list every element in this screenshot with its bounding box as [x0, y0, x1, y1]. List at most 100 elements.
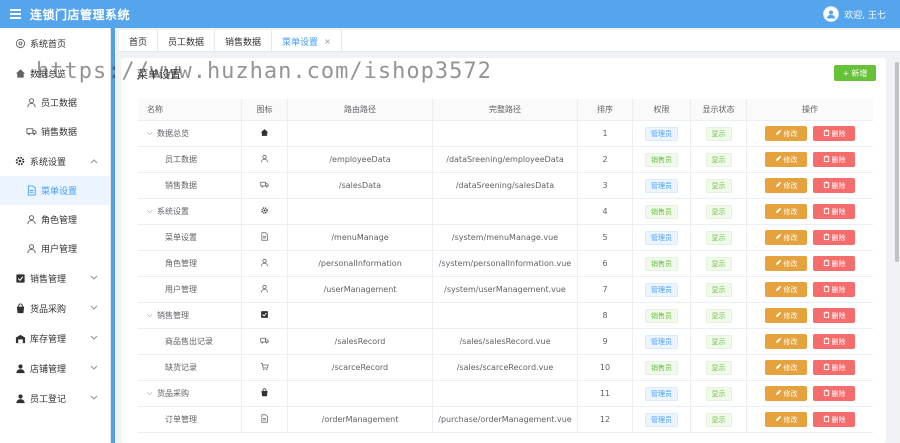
cell-name[interactable]: ⌵ 数据总览 — [138, 121, 242, 146]
avatar-icon[interactable] — [823, 6, 840, 22]
cell-display-status: 显示 — [691, 225, 747, 250]
status-badge: 显示 — [705, 282, 732, 297]
delete-button[interactable]: 删除 — [813, 386, 855, 401]
chevron-down-icon[interactable]: ⌵ — [147, 389, 157, 398]
cell-icon — [242, 381, 288, 406]
sidebar-item-user-management[interactable]: 用户管理 — [0, 234, 110, 263]
edit-button[interactable]: 修改 — [765, 178, 807, 193]
menu-name: 销售数据 — [165, 181, 197, 190]
sidebar-scrollbar[interactable] — [111, 28, 115, 443]
edit-button[interactable]: 修改 — [765, 386, 807, 401]
top-bar: 连锁门店管理系统 欢迎, 王七 — [0, 0, 900, 28]
edit-button[interactable]: 修改 — [765, 360, 807, 375]
edit-label: 修改 — [783, 259, 798, 268]
tab-sales-data[interactable]: 销售数据 — [215, 30, 273, 52]
tab-bar: 首页 员工数据 销售数据 菜单设置 × — [119, 30, 900, 52]
cell-name[interactable]: ⌵ 系统设置 — [138, 199, 242, 224]
sidebar-item-label: 货品采购 — [30, 304, 67, 315]
menu-name: 货品采购 — [157, 389, 189, 398]
sidebar-item-role-management[interactable]: 角色管理 — [0, 205, 110, 234]
edit-label: 修改 — [783, 415, 798, 424]
edit-label: 修改 — [783, 311, 798, 320]
delete-button[interactable]: 删除 — [813, 334, 855, 349]
cell-permission: 销售员 — [633, 199, 691, 224]
welcome-text: 欢迎, 王七 — [844, 10, 886, 21]
sidebar-item-sales-data[interactable]: 销售数据 — [0, 117, 110, 146]
cell-permission: 销售员 — [633, 251, 691, 276]
edit-icon — [775, 389, 782, 398]
sidebar-item-employee-register[interactable]: 员工登记 — [0, 383, 110, 413]
sidebar-item-inventory[interactable]: 库存管理 — [0, 323, 110, 353]
permission-badge: 管理员 — [645, 178, 678, 193]
cell-icon — [242, 329, 288, 354]
delete-icon — [823, 311, 830, 320]
menu-name: 角色管理 — [165, 259, 197, 268]
tab-home[interactable]: 首页 — [119, 30, 159, 52]
checkbox-icon — [14, 272, 26, 284]
truck-icon — [260, 336, 269, 347]
delete-button[interactable]: 删除 — [813, 282, 855, 297]
sidebar-item-system-settings[interactable]: 系统设置 — [0, 146, 110, 176]
chevron-down-icon[interactable]: ⌵ — [147, 207, 157, 216]
delete-icon — [823, 363, 830, 372]
delete-button[interactable]: 删除 — [813, 230, 855, 245]
delete-label: 删除 — [831, 363, 846, 372]
delete-button[interactable]: 删除 — [813, 204, 855, 219]
delete-button[interactable]: 删除 — [813, 308, 855, 323]
delete-label: 删除 — [831, 285, 846, 294]
delete-label: 删除 — [831, 233, 846, 242]
close-icon[interactable]: × — [324, 37, 331, 46]
cell-operations: 修改 删除 — [747, 381, 873, 406]
edit-button[interactable]: 修改 — [765, 204, 807, 219]
cell-name[interactable]: ⌵ 销售管理 — [138, 303, 242, 328]
sidebar-item-purchase[interactable]: 货品采购 — [0, 293, 110, 323]
edit-button[interactable]: 修改 — [765, 412, 807, 427]
delete-button[interactable]: 删除 — [813, 360, 855, 375]
cell-operations: 修改 删除 — [747, 407, 873, 432]
delete-button[interactable]: 删除 — [813, 126, 855, 141]
edit-button[interactable]: 修改 — [765, 126, 807, 141]
sidebar-item-store[interactable]: 店铺管理 — [0, 353, 110, 383]
scrollbar-thumb[interactable] — [895, 62, 899, 262]
edit-button[interactable]: 修改 — [765, 334, 807, 349]
tab-employee-data[interactable]: 员工数据 — [158, 30, 216, 52]
user-area[interactable]: 欢迎, 王七 — [823, 0, 886, 28]
sidebar-item-employee-data[interactable]: 员工数据 — [0, 88, 110, 117]
table-row: ⌵ 系统设置 4 销售员 显示 修改 删除 — [138, 199, 873, 225]
sidebar-item-home[interactable]: 系统首页 — [0, 28, 110, 58]
header-full-path: 完整路径 — [433, 99, 578, 120]
chevron-down-icon[interactable]: ⌵ — [147, 129, 157, 138]
cell-name[interactable]: ⌵ 货品采购 — [138, 381, 242, 406]
cell-icon — [242, 199, 288, 224]
chevron-down-icon[interactable]: ⌵ — [147, 311, 157, 320]
cell-name: 角色管理 — [138, 251, 242, 276]
add-button[interactable]: + 新增 — [834, 65, 876, 81]
menu-toggle-icon[interactable] — [0, 0, 30, 28]
edit-label: 修改 — [783, 129, 798, 138]
cell-full-path — [433, 303, 578, 328]
delete-label: 删除 — [831, 259, 846, 268]
user-icon — [25, 214, 37, 226]
cell-full-path — [433, 199, 578, 224]
sidebar-item-menu-settings[interactable]: 菜单设置 — [0, 176, 110, 205]
edit-button[interactable]: 修改 — [765, 282, 807, 297]
tab-menu-settings[interactable]: 菜单设置 × — [272, 30, 342, 52]
delete-button[interactable]: 删除 — [813, 256, 855, 271]
sidebar-item-sales-management[interactable]: 销售管理 — [0, 263, 110, 293]
permission-badge: 销售员 — [645, 256, 678, 271]
delete-button[interactable]: 删除 — [813, 178, 855, 193]
delete-button[interactable]: 删除 — [813, 412, 855, 427]
cart-icon — [260, 362, 269, 373]
status-badge: 显示 — [705, 386, 732, 401]
edit-icon — [775, 337, 782, 346]
table-row: ⌵ 数据总览 1 管理员 显示 修改 删除 — [138, 121, 873, 147]
page-scrollbar[interactable] — [894, 58, 900, 443]
edit-button[interactable]: 修改 — [765, 308, 807, 323]
cell-route: /scarceRecord — [288, 355, 433, 380]
delete-button[interactable]: 删除 — [813, 152, 855, 167]
edit-button[interactable]: 修改 — [765, 230, 807, 245]
edit-label: 修改 — [783, 155, 798, 164]
edit-button[interactable]: 修改 — [765, 256, 807, 271]
chevron-down-icon — [90, 364, 98, 374]
edit-button[interactable]: 修改 — [765, 152, 807, 167]
